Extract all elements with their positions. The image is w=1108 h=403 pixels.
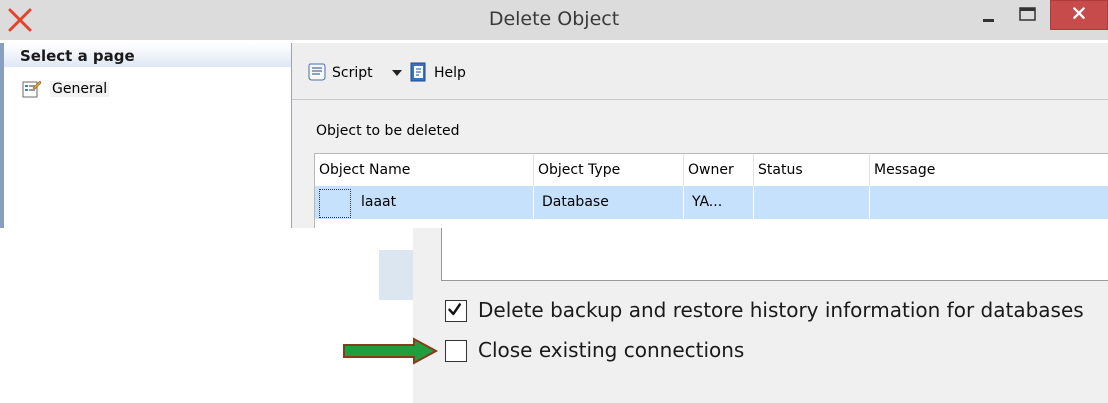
grid-header: Object Name Object Type Owner Status Mes… <box>315 154 1108 187</box>
column-status[interactable]: Status <box>753 154 869 186</box>
page-item-general[interactable]: General <box>22 79 222 101</box>
cell-message <box>869 186 1108 219</box>
close-button[interactable] <box>1050 0 1108 30</box>
delete-history-option[interactable]: Delete backup and restore history inform… <box>441 295 1101 327</box>
checkmark-icon <box>448 303 462 316</box>
close-icon <box>1073 7 1085 19</box>
cell-object-type: Database <box>533 186 683 219</box>
toolbar: Script Help <box>292 43 1108 100</box>
script-label: Script <box>332 65 373 81</box>
help-button[interactable]: Help <box>408 61 488 85</box>
select-page-label: Select a page <box>20 47 135 65</box>
delete-history-checkbox[interactable] <box>445 300 467 322</box>
window-title: Delete Object <box>488 8 620 30</box>
help-book-icon <box>410 62 426 82</box>
title-bar: Delete Object <box>0 0 1108 40</box>
column-object-type[interactable]: Object Type <box>533 154 683 186</box>
maximize-icon <box>1019 7 1036 21</box>
column-message[interactable]: Message <box>869 154 1108 186</box>
objects-grid-bottom-edge <box>441 228 1108 281</box>
select-page-header: Select a page <box>4 43 291 67</box>
page-selector-panel: Select a page General <box>0 43 292 228</box>
close-connections-option[interactable]: Close existing connections <box>441 335 1101 367</box>
script-button[interactable]: Script <box>306 61 402 85</box>
row-selector[interactable] <box>319 189 351 218</box>
column-object-name[interactable]: Object Name <box>315 154 533 186</box>
objects-grid: Object Name Object Type Owner Status Mes… <box>314 153 1108 228</box>
objects-section-label: Object to be deleted <box>316 123 460 139</box>
cell-status <box>753 186 869 219</box>
close-connections-label: Close existing connections <box>478 338 745 362</box>
delete-object-dialog: Delete Object Select a page General Scri… <box>0 0 1108 228</box>
minimize-icon <box>983 19 994 22</box>
delete-history-label: Delete backup and restore history inform… <box>478 298 1084 322</box>
properties-page-icon <box>22 80 42 98</box>
column-owner[interactable]: Owner <box>683 154 753 186</box>
left-panel-edge <box>379 250 413 300</box>
cell-owner: YA... <box>683 186 753 219</box>
green-arrow-icon <box>343 337 439 365</box>
close-connections-checkbox[interactable] <box>445 340 467 362</box>
table-row[interactable]: laaat Database YA... <box>315 186 1108 219</box>
script-scroll-icon <box>308 63 326 81</box>
cell-object-name: laaat <box>361 194 397 210</box>
content-panel: Script Help Object to be deleted Object … <box>292 43 1108 228</box>
page-item-label: General <box>50 81 110 97</box>
maximize-button[interactable] <box>1012 4 1044 30</box>
chevron-down-icon[interactable] <box>392 69 402 77</box>
help-label: Help <box>434 65 466 81</box>
minimize-button[interactable] <box>971 4 1007 30</box>
options-area: Delete backup and restore history inform… <box>379 228 1108 403</box>
